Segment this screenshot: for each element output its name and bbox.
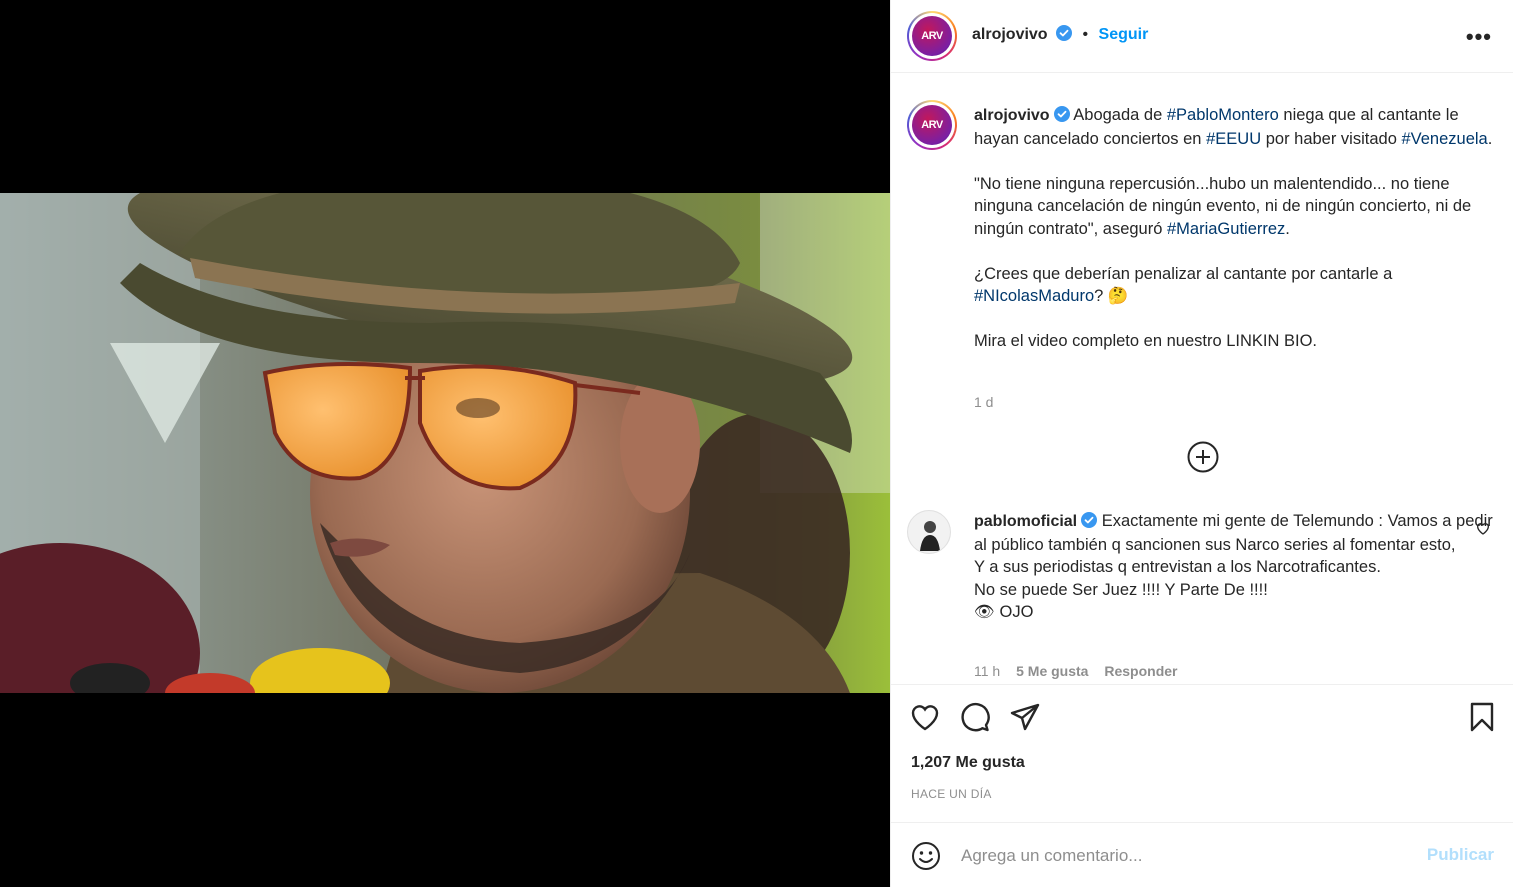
comment-username[interactable]: pablomoficial [974,513,1077,530]
comment-likes[interactable]: 5 Me gusta [1016,663,1088,679]
comment-line: No se puede Ser Juez !!!! Y Parte De !!!… [974,580,1268,599]
save-bookmark-icon[interactable] [1466,701,1498,733]
comment-like-icon[interactable] [1475,520,1491,536]
comment-line: 👁 OJO [974,603,1034,621]
share-icon[interactable] [1009,701,1041,733]
avatar-logo: ARV [912,16,952,56]
caption-punct: ? 🤔 [1094,287,1129,305]
caption-avatar[interactable]: ARV [907,100,957,150]
caption-punct: . [1285,219,1290,238]
comment-icon[interactable] [959,701,991,733]
hashtag-link[interactable]: #EEUU [1206,130,1261,148]
caption-text-1: Abogada de [1073,106,1163,124]
verified-icon [1053,106,1070,122]
hashtag-link[interactable]: #Venezuela [1401,130,1487,148]
comment-meta: 11 h 5 Me gusta Responder [974,663,1189,679]
post-media [0,0,890,887]
header-username[interactable]: alrojovivo [972,26,1048,43]
follow-button[interactable]: Seguir [1099,26,1149,43]
reply-button[interactable]: Responder [1104,663,1177,679]
profile-avatar[interactable]: ARV [907,11,957,61]
add-comment-bar: Publicar [891,822,1513,887]
caption-question: ¿Crees que deberían penalizar al cantant… [974,264,1393,283]
publish-button[interactable]: Publicar [1427,845,1494,865]
verified-icon [1056,25,1073,41]
more-options-icon[interactable]: ••• [1466,26,1492,48]
post-actions: 1,207 Me gusta HACE UN DÍA [891,684,1513,822]
comment-time[interactable]: 11 h [974,663,1000,679]
hashtag-link[interactable]: #MariaGutierrez [1167,220,1285,238]
comments-scroll-area[interactable]: ARV alrojovivo Abogada de #PabloMontero … [891,74,1513,684]
comment-line: Y a sus periodistas q entrevistan a los … [974,558,1381,576]
post-photo[interactable] [0,193,890,693]
separator-dot: • [1082,26,1089,43]
like-icon[interactable] [909,701,941,733]
load-more-comments-icon[interactable] [1187,441,1219,473]
caption-timestamp[interactable]: 1 d [974,394,993,410]
emoji-icon[interactable] [911,841,941,871]
comment-avatar[interactable] [907,510,951,554]
hashtag-link[interactable]: #PabloMontero [1167,106,1279,124]
post-header: ARV alrojovivo • Seguir ••• [891,0,1513,73]
hashtag-link[interactable]: #NIcolasMaduro [974,287,1094,305]
caption-punct: . [1487,129,1493,148]
caption-text-3: por haber visitado [1265,129,1397,148]
comment-input[interactable] [961,843,1401,869]
post-date[interactable]: HACE UN DÍA [911,787,992,801]
verified-icon [1081,512,1098,528]
comment-text: pablomoficial Exactamente mi gente de Te… [974,510,1494,624]
likes-count[interactable]: 1,207 Me gusta [911,754,1025,772]
header-user: alrojovivo • Seguir [972,25,1148,44]
post-side-panel: ARV alrojovivo • Seguir ••• ARV alrojovi… [890,0,1513,887]
caption-username[interactable]: alrojovivo [974,107,1050,124]
caption-text: alrojovivo Abogada de #PabloMontero nieg… [974,104,1504,375]
caption-cta: Mira el video completo en nuestro LINKIN… [974,332,1317,350]
avatar-logo: ARV [912,105,952,145]
